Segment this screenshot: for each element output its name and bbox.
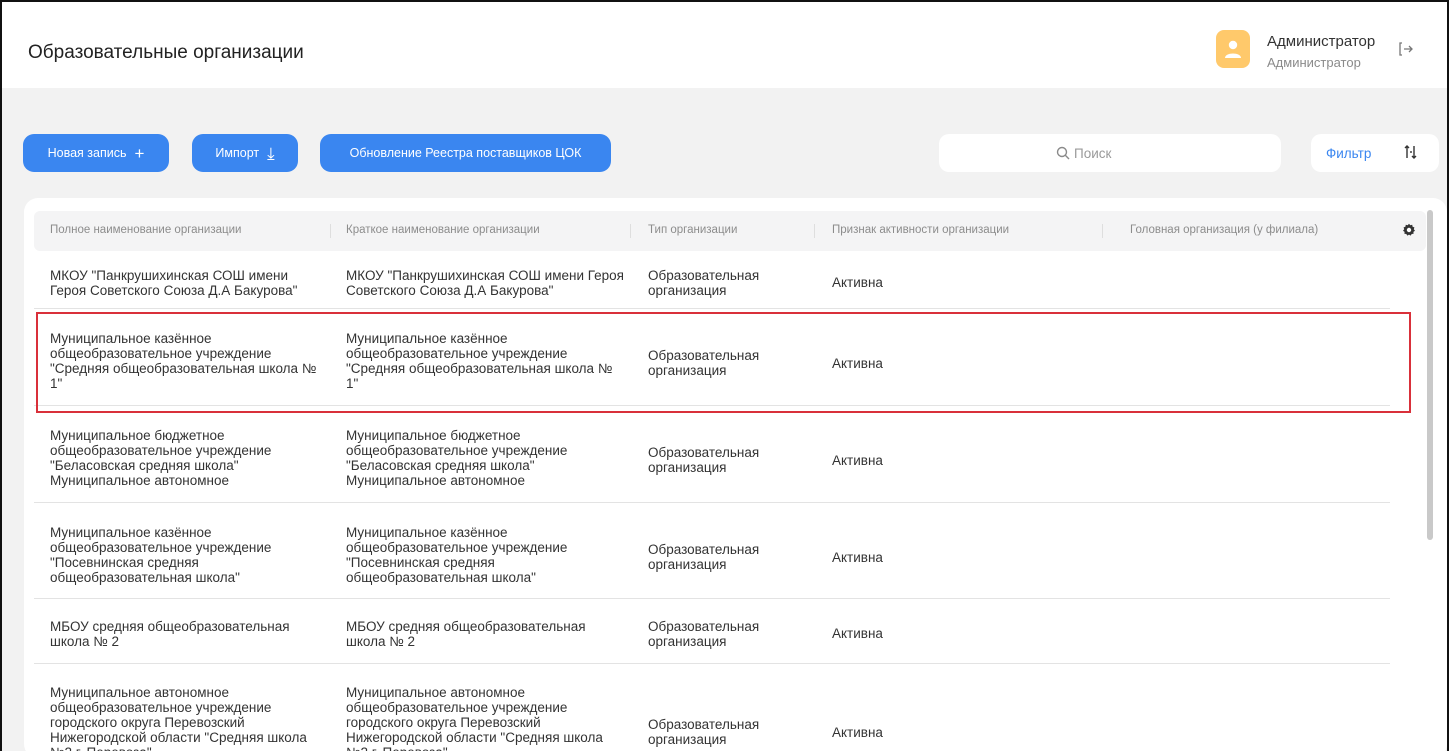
cell-type: Образовательная организация (648, 542, 760, 572)
cell-type: Образовательная организация (648, 348, 760, 378)
cell-status: Активна (832, 356, 883, 371)
cell-type: Образовательная организация (648, 717, 760, 747)
import-button[interactable]: Импорт ⤓ (192, 134, 298, 172)
cell-full-name: Муниципальное бюджетное общеобразователь… (50, 428, 272, 488)
filter-button[interactable]: Фильтр (1311, 134, 1439, 172)
sort-filter-icon (1404, 144, 1418, 163)
table-row[interactable]: МКОУ "Панкрушихинская СОШ имени Героя Со… (34, 253, 1390, 309)
update-registry-label: Обновление Реестра поставщиков ЦОК (349, 146, 582, 160)
cell-status: Активна (832, 550, 883, 565)
cell-short-name: Муниципальное казённое общеобразовательн… (346, 331, 613, 391)
column-divider (1102, 224, 1103, 238)
download-icon: ⤓ (267, 143, 275, 163)
search-icon (1056, 146, 1070, 160)
app-frame: Образовательные организации Администрато… (0, 0, 1449, 751)
cell-full-name: Муниципальное автономное общеобразовател… (50, 685, 307, 751)
cell-short-name: МБОУ средняя общеобразовательная школа №… (346, 619, 586, 649)
user-icon (1225, 40, 1241, 58)
column-divider (330, 224, 331, 238)
table-header: Полное наименование организации Краткое … (34, 211, 1426, 251)
new-record-label: Новая запись (47, 146, 127, 160)
column-header-parent-org[interactable]: Головная организация (у филиала) (1130, 224, 1318, 236)
search-box[interactable] (939, 134, 1281, 172)
table-row[interactable]: Муниципальное автономное общеобразовател… (34, 664, 1390, 751)
cell-status: Активна (832, 453, 883, 468)
column-header-short-name[interactable]: Краткое наименование организации (346, 224, 540, 236)
user-role: Администратор (1267, 55, 1361, 70)
plus-icon: + (134, 143, 145, 163)
cell-type: Образовательная организация (648, 268, 760, 298)
vertical-scrollbar[interactable] (1427, 210, 1433, 540)
avatar[interactable] (1216, 30, 1250, 68)
user-name: Администратор (1267, 33, 1376, 50)
table-row[interactable]: Муниципальное казённое общеобразовательн… (34, 503, 1390, 599)
search-input[interactable] (1074, 145, 1164, 161)
column-divider (630, 224, 631, 238)
column-header-activity[interactable]: Признак активности организации (832, 224, 1009, 236)
gear-icon[interactable] (1402, 223, 1416, 240)
cell-full-name: МБОУ средняя общеобразовательная школа №… (50, 619, 290, 649)
column-header-type[interactable]: Тип организации (648, 224, 737, 236)
cell-short-name: Муниципальное автономное общеобразовател… (346, 685, 603, 751)
import-label: Импорт (215, 146, 260, 160)
cell-short-name: Муниципальное казённое общеобразовательн… (346, 525, 568, 585)
logout-icon[interactable] (1397, 40, 1417, 60)
table-row-selected[interactable]: Муниципальное казённое общеобразовательн… (34, 309, 1390, 406)
cell-type: Образовательная организация (648, 445, 760, 475)
cell-full-name: МКОУ "Панкрушихинская СОШ имени Героя Со… (50, 268, 298, 298)
cell-status: Активна (832, 725, 883, 740)
table-row[interactable]: МБОУ средняя общеобразовательная школа №… (34, 599, 1390, 664)
filter-label: Фильтр (1326, 146, 1372, 161)
column-header-full-name[interactable]: Полное наименование организации (50, 224, 241, 236)
new-record-button[interactable]: Новая запись + (23, 134, 169, 172)
cell-short-name: МКОУ "Панкрушихинская СОШ имени Героя Со… (346, 268, 624, 298)
cell-full-name: Муниципальное казённое общеобразовательн… (50, 331, 317, 391)
cell-status: Активна (832, 626, 883, 641)
cell-type: Образовательная организация (648, 619, 760, 649)
table-row[interactable]: Муниципальное бюджетное общеобразователь… (34, 406, 1390, 503)
page-title: Образовательные организации (28, 42, 304, 63)
column-divider (814, 224, 815, 238)
page-header: Образовательные организации Администрато… (2, 2, 1447, 88)
update-registry-button[interactable]: Обновление Реестра поставщиков ЦОК (320, 134, 611, 172)
cell-short-name: Муниципальное бюджетное общеобразователь… (346, 428, 568, 488)
organizations-table: Полное наименование организации Краткое … (24, 198, 1447, 751)
cell-full-name: Муниципальное казённое общеобразовательн… (50, 525, 272, 585)
cell-status: Активна (832, 275, 883, 290)
